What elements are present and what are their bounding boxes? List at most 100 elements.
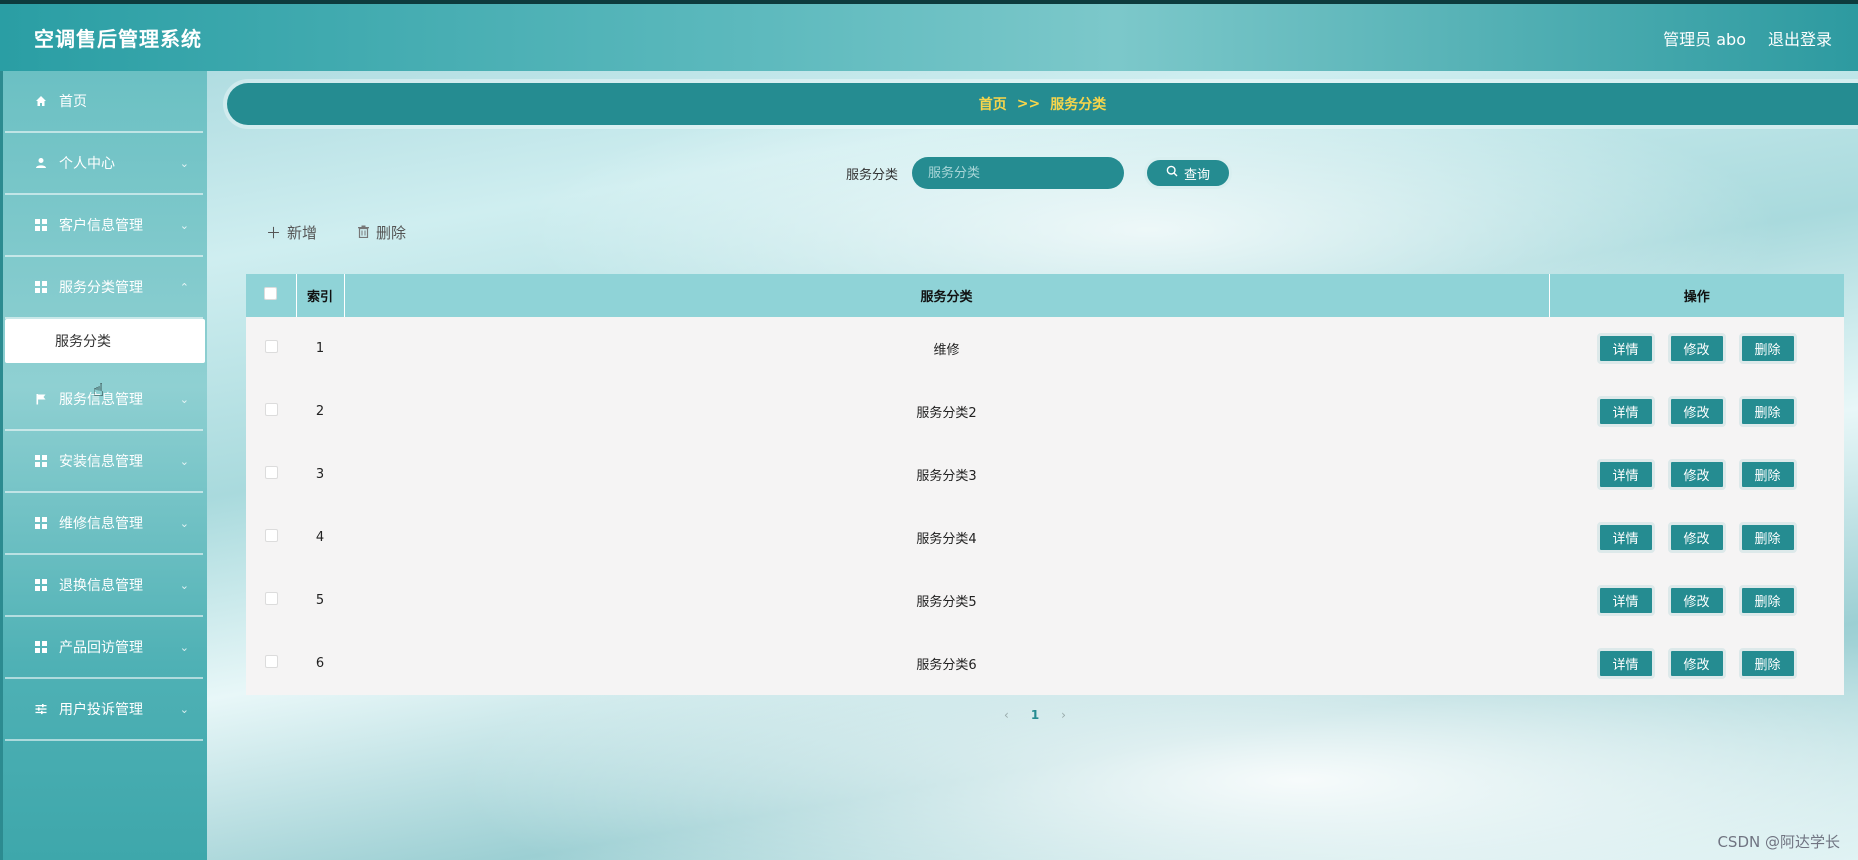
breadcrumb-separator: >> [1016,96,1041,112]
column-header-index: 索引 [295,274,344,317]
page-number-current[interactable]: 1 [1031,708,1039,722]
select-all-checkbox[interactable] [264,287,278,300]
next-page-button[interactable]: › [1061,708,1066,722]
row-checkbox-cell [246,380,296,443]
edit-button[interactable]: 修改 [1667,459,1726,490]
bulk-delete-label: 删除 [376,224,407,242]
sidebar: 首页 个人中心 ⌄ 客户信息管理 ⌄ 服务分类管理 ⌃ 服务分类 服务信息管理 … [0,71,207,860]
row-checkbox-cell [246,506,296,569]
sidebar-item-service-info[interactable]: 服务信息管理 ⌄ [5,369,203,431]
prev-page-button[interactable]: ‹ [1004,708,1009,722]
sidebar-item-home[interactable]: 首页 [5,71,203,133]
chevron-down-icon: ⌄ [179,702,189,716]
mouse-pointer-icon: ☝ [93,380,104,401]
table-row: 1 维修 详情 修改 删除 [246,317,1844,380]
search-icon [1166,165,1178,181]
row-category: 服务分类2 [916,406,977,421]
chevron-down-icon: ⌄ [179,392,189,406]
row-category: 服务分类6 [916,658,977,673]
top-header: 空调售后管理系统 管理员 abo 退出登录 [0,0,1858,71]
row-checkbox-cell [246,632,296,695]
chevron-down-icon: ⌄ [179,454,189,468]
edit-button[interactable]: 修改 [1667,396,1726,427]
row-checkbox[interactable] [264,529,278,542]
row-actions: 详情 修改 删除 [1549,317,1844,380]
delete-button[interactable]: 删除 [1738,648,1797,679]
pagination: ‹ 1 › [1004,708,1066,722]
row-category: 维修 [933,343,960,358]
bulk-delete-button[interactable]: 删除 [357,222,406,243]
detail-button[interactable]: 详情 [1596,585,1655,616]
grid-icon [33,579,49,591]
delete-button[interactable]: 删除 [1738,396,1797,427]
sidebar-item-return-info[interactable]: 退换信息管理 ⌄ [5,555,203,617]
sidebar-item-install-info[interactable]: 安装信息管理 ⌄ [5,431,203,493]
detail-button[interactable]: 详情 [1596,648,1655,679]
edit-button[interactable]: 修改 [1667,333,1726,364]
logout-link[interactable]: 退出登录 [1768,26,1832,50]
delete-button[interactable]: 删除 [1738,522,1797,553]
add-button-label: 新增 [287,224,318,242]
detail-button[interactable]: 详情 [1596,522,1655,553]
row-checkbox[interactable] [264,592,278,605]
detail-button[interactable]: 详情 [1596,396,1655,427]
sidebar-item-label: 产品回访管理 [59,640,143,656]
row-actions: 详情 修改 删除 [1549,506,1844,569]
search-input[interactable] [912,157,1124,189]
sidebar-item-label: 用户投诉管理 [59,702,143,718]
sidebar-item-label: 安装信息管理 [59,454,143,470]
row-category: 服务分类4 [916,532,977,547]
sidebar-item-customer-info[interactable]: 客户信息管理 ⌄ [5,195,203,257]
row-checkbox-cell [246,569,296,632]
sidebar-item-label: 退换信息管理 [59,578,143,594]
table-row: 4 服务分类4 详情 修改 删除 [246,506,1844,569]
current-user-label: 管理员 abo [1663,29,1746,49]
row-category: 服务分类3 [916,469,977,484]
sidebar-item-product-visit[interactable]: 产品回访管理 ⌄ [5,617,203,679]
search-label: 服务分类 [845,167,898,183]
search-button-label: 查询 [1183,167,1210,183]
delete-button[interactable]: 删除 [1738,333,1797,364]
column-header-category: 服务分类 [343,274,1549,317]
column-header-actions: 操作 [1548,274,1844,317]
row-category: 服务分类5 [916,595,977,610]
row-checkbox-cell [246,443,296,506]
table-header-row: 索引 服务分类 操作 [246,274,1844,317]
add-button[interactable]: ＋ 新增 [266,222,317,243]
edit-button[interactable]: 修改 [1667,585,1726,616]
edit-button[interactable]: 修改 [1667,648,1726,679]
row-actions: 详情 修改 删除 [1549,380,1844,443]
row-checkbox[interactable] [264,655,278,668]
sidebar-subitem-service-category[interactable]: 服务分类 [5,319,205,363]
detail-button[interactable]: 详情 [1596,459,1655,490]
row-checkbox[interactable] [264,403,278,416]
row-checkbox[interactable] [264,340,278,353]
sidebar-item-user-complaint[interactable]: 用户投诉管理 ⌄ [5,679,203,741]
table-row: 5 服务分类5 详情 修改 删除 [246,569,1844,632]
grid-icon [33,517,49,529]
detail-button[interactable]: 详情 [1596,333,1655,364]
delete-button[interactable]: 删除 [1738,459,1797,490]
row-checkbox[interactable] [264,466,278,479]
breadcrumb-home[interactable]: 首页 [979,94,1007,114]
row-index: 2 [315,404,325,419]
chevron-down-icon: ⌄ [179,640,189,654]
breadcrumb: 首页 >> 服务分类 [227,83,1858,125]
grid-icon [33,641,49,653]
plus-icon: ＋ [266,224,282,242]
row-checkbox-cell [246,317,296,380]
search-button[interactable]: 查询 [1144,157,1232,189]
sidebar-item-label: 客户信息管理 [59,218,143,234]
flag-icon [33,393,49,405]
chevron-down-icon: ⌄ [179,516,189,530]
action-toolbar: ＋ 新增 删除 [266,222,406,243]
select-all-cell [246,274,296,317]
header-right: 管理员 abo 退出登录 [1663,26,1832,50]
sidebar-item-repair-info[interactable]: 维修信息管理 ⌄ [5,493,203,555]
sidebar-item-service-category-mgmt[interactable]: 服务分类管理 ⌃ [5,257,203,319]
edit-button[interactable]: 修改 [1667,522,1726,553]
delete-button[interactable]: 删除 [1738,585,1797,616]
table-row: 3 服务分类3 详情 修改 删除 [246,443,1844,506]
table-row: 6 服务分类6 详情 修改 删除 [246,632,1844,695]
app-title: 空调售后管理系统 [34,27,202,51]
